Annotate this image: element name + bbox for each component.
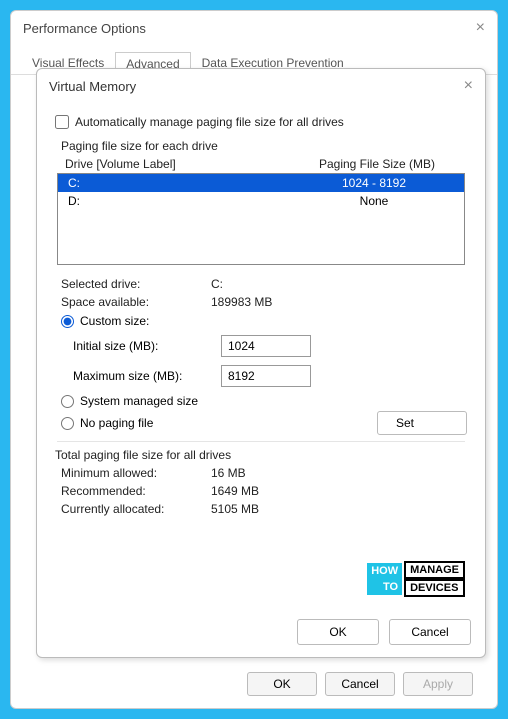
child-button-row: OK Cancel xyxy=(297,619,471,645)
min-row: Minimum allowed: 16 MB xyxy=(55,464,467,482)
cur-label: Currently allocated: xyxy=(61,502,211,516)
drive-group-title: Paging file size for each drive xyxy=(55,139,467,153)
custom-size-radio[interactable] xyxy=(61,315,74,328)
watermark-to: TO xyxy=(367,579,402,595)
drive-list-header: Drive [Volume Label] Paging File Size (M… xyxy=(55,155,467,173)
watermark-how: HOW xyxy=(367,563,402,579)
cur-value: 5105 MB xyxy=(211,502,461,516)
drive-name: D: xyxy=(68,194,294,208)
watermark-devices: DEVICES xyxy=(404,579,465,597)
initial-size-input[interactable] xyxy=(221,335,311,357)
custom-size-radio-row: Custom size: xyxy=(55,311,467,331)
selected-drive-row: Selected drive: C: xyxy=(55,275,467,293)
watermark: HOW TO MANAGE DEVICES xyxy=(367,561,465,597)
parent-titlebar: Performance Options × xyxy=(11,11,497,45)
max-size-label: Maximum size (MB): xyxy=(73,369,213,383)
cancel-button[interactable]: Cancel xyxy=(325,672,395,696)
close-icon[interactable]: × xyxy=(464,77,473,95)
child-title: Virtual Memory xyxy=(49,79,136,94)
virtual-memory-dialog: Virtual Memory × Automatically manage pa… xyxy=(36,68,486,658)
total-title: Total paging file size for all drives xyxy=(55,448,467,462)
selected-drive-value: C: xyxy=(211,277,461,291)
no-paging-label: No paging file xyxy=(80,416,153,430)
cur-row: Currently allocated: 5105 MB xyxy=(55,500,467,518)
drive-row[interactable]: C: 1024 - 8192 xyxy=(58,174,464,192)
apply-button[interactable]: Apply xyxy=(403,672,473,696)
min-label: Minimum allowed: xyxy=(61,466,211,480)
ok-button[interactable]: OK xyxy=(297,619,379,645)
child-titlebar: Virtual Memory × xyxy=(37,69,485,103)
drive-row[interactable]: D: None xyxy=(58,192,464,210)
header-drive: Drive [Volume Label] xyxy=(65,157,297,171)
system-managed-radio-row: System managed size xyxy=(55,391,467,411)
close-icon[interactable]: × xyxy=(476,19,485,37)
min-value: 16 MB xyxy=(211,466,461,480)
no-paging-radio[interactable] xyxy=(61,417,74,430)
max-size-row: Maximum size (MB): xyxy=(55,361,467,391)
header-size: Paging File Size (MB) xyxy=(297,157,457,171)
parent-button-row: OK Cancel Apply xyxy=(247,672,473,696)
selected-drive-label: Selected drive: xyxy=(61,277,211,291)
initial-size-label: Initial size (MB): xyxy=(73,339,213,353)
child-body: Automatically manage paging file size fo… xyxy=(37,103,485,528)
auto-manage-label: Automatically manage paging file size fo… xyxy=(75,115,344,129)
cancel-button[interactable]: Cancel xyxy=(389,619,471,645)
parent-title: Performance Options xyxy=(23,21,146,36)
system-managed-label: System managed size xyxy=(80,394,198,408)
drive-size: 1024 - 8192 xyxy=(294,176,454,190)
drive-name: C: xyxy=(68,176,294,190)
space-label: Space available: xyxy=(61,295,211,309)
divider xyxy=(57,441,465,442)
rec-value: 1649 MB xyxy=(211,484,461,498)
space-value: 189983 MB xyxy=(211,295,461,309)
drive-group: Paging file size for each drive Drive [V… xyxy=(55,139,467,265)
custom-size-label: Custom size: xyxy=(80,314,149,328)
watermark-manage: MANAGE xyxy=(404,561,465,579)
auto-manage-checkbox[interactable] xyxy=(55,115,69,129)
space-row: Space available: 189983 MB xyxy=(55,293,467,311)
initial-size-row: Initial size (MB): xyxy=(55,331,467,361)
drive-size: None xyxy=(294,194,454,208)
system-managed-radio[interactable] xyxy=(61,395,74,408)
no-paging-radio-row: No paging file xyxy=(55,413,377,433)
drive-list[interactable]: C: 1024 - 8192 D: None xyxy=(57,173,465,265)
rec-row: Recommended: 1649 MB xyxy=(55,482,467,500)
max-size-input[interactable] xyxy=(221,365,311,387)
set-button[interactable]: Set xyxy=(377,411,467,435)
auto-manage-row: Automatically manage paging file size fo… xyxy=(55,115,467,129)
ok-button[interactable]: OK xyxy=(247,672,317,696)
rec-label: Recommended: xyxy=(61,484,211,498)
